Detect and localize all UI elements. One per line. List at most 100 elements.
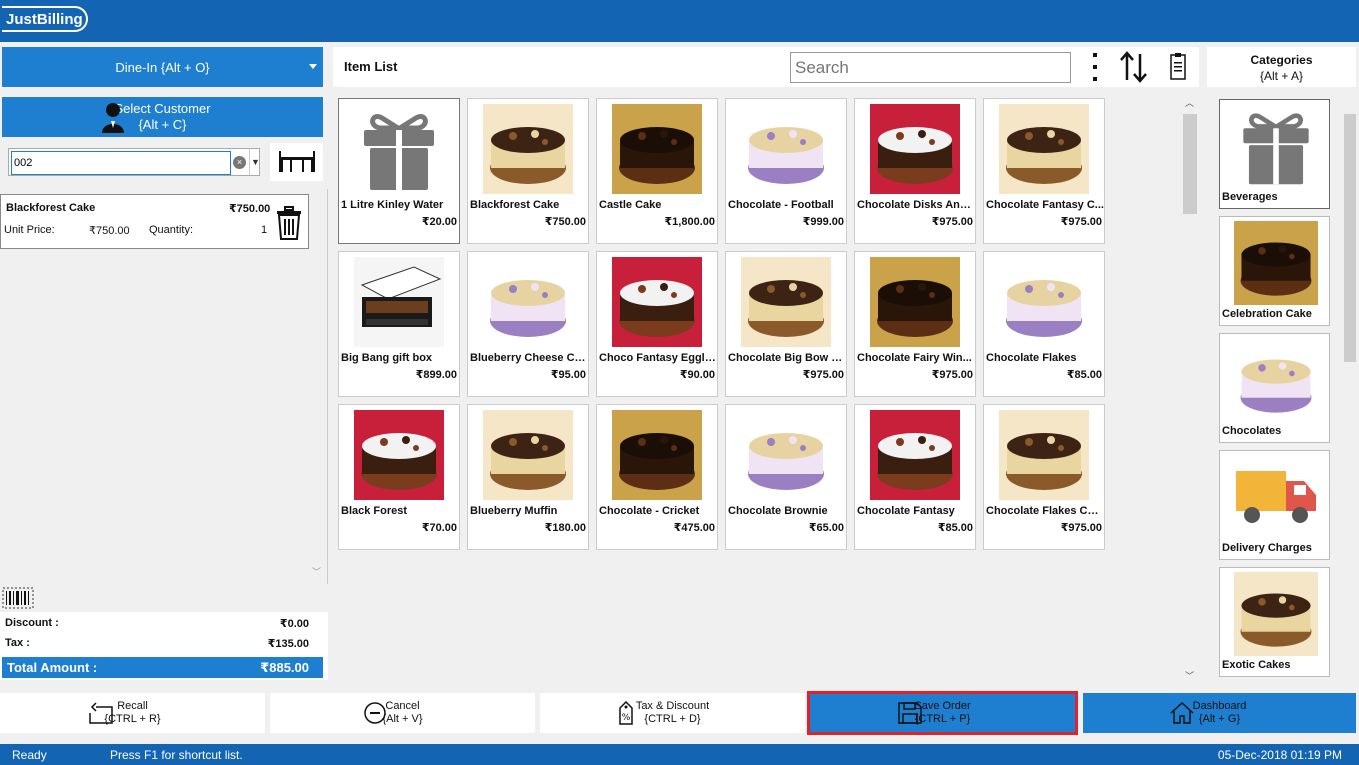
order-type-dropdown[interactable]: Dine-In {Alt + O} <box>2 47 323 87</box>
item-card[interactable]: Chocolate - Football ₹999.00 <box>725 98 847 244</box>
order-item[interactable]: Blackforest Cake ₹750.00 Unit Price: ₹75… <box>0 194 309 249</box>
category-card[interactable]: Celebration Cake <box>1219 216 1330 326</box>
tax-discount-label: Tax & Discount <box>635 700 710 712</box>
gift-icon <box>354 104 444 194</box>
unit-price-label: Unit Price: <box>4 224 55 236</box>
item-card[interactable]: Chocolate Flakes Cake ₹975.00 <box>983 404 1105 550</box>
item-card[interactable]: 1 Litre Kinley Water ₹20.00 <box>338 98 460 244</box>
status-datetime: 05-Dec-2018 01:19 PM <box>1217 748 1342 762</box>
clear-icon[interactable]: × <box>233 156 246 169</box>
cake-photo <box>741 104 831 194</box>
barcode-icon[interactable] <box>2 587 34 609</box>
item-price: ₹85.00 <box>1066 369 1102 381</box>
order-items-list: Blackforest Cake ₹750.00 Unit Price: ₹75… <box>0 189 328 584</box>
cake-photo <box>612 257 702 347</box>
cupcake-photo <box>870 257 960 347</box>
item-card[interactable]: Choco Fantasy Eggle... ₹90.00 <box>596 251 718 397</box>
chevron-down-icon[interactable]: ▼ <box>249 149 261 175</box>
scroll-up-arrow[interactable]: ︿ <box>1185 96 1194 109</box>
dashboard-shortcut: {Alt + G} <box>1198 713 1241 725</box>
order-type-label: Dine-In {Alt + O} <box>115 59 210 75</box>
save-icon <box>898 702 922 724</box>
category-scroll-thumb[interactable] <box>1344 114 1356 362</box>
category-panel: Beverages Celebration Cake Chocolates Deliv… <box>1203 92 1359 682</box>
cancel-button[interactable]: Cancel {Alt + V} <box>270 693 535 733</box>
select-customer-button[interactable]: Select Customer {Alt + C} <box>2 97 323 137</box>
cake-photo <box>870 104 960 194</box>
cake-photo <box>999 104 1089 194</box>
dashboard-label: Dashboard <box>1192 700 1247 712</box>
category-card[interactable]: Delivery Charges <box>1219 450 1330 560</box>
more-options-icon[interactable] <box>1091 50 1099 84</box>
item-price: ₹975.00 <box>802 369 844 381</box>
category-scrollbar[interactable] <box>1342 96 1358 682</box>
tax-discount-button[interactable]: % Tax & Discount {CTRL + D} <box>540 693 805 733</box>
categories-header[interactable]: Categories {Alt + A} <box>1207 47 1356 87</box>
item-price: ₹975.00 <box>931 369 973 381</box>
tax-label: Tax : <box>5 637 30 649</box>
item-name: Blueberry Muffin <box>470 505 558 517</box>
category-card[interactable]: Chocolates <box>1219 333 1330 443</box>
item-card[interactable]: Chocolate Fantasy C... ₹975.00 <box>983 98 1105 244</box>
item-price: ₹85.00 <box>937 522 973 534</box>
table-select-button[interactable] <box>270 143 323 181</box>
item-price: ₹475.00 <box>673 522 715 534</box>
item-price: ₹975.00 <box>1060 522 1102 534</box>
cake-photo <box>483 104 573 194</box>
app-header: JustBilling <box>0 0 1359 42</box>
scroll-down-arrow[interactable]: ﹀ <box>1185 669 1194 682</box>
item-card[interactable]: Big Bang gift box ₹899.00 <box>338 251 460 397</box>
item-price: ₹70.00 <box>421 522 457 534</box>
category-card[interactable]: Exotic Cakes <box>1219 567 1330 677</box>
item-name: Black Forest <box>341 505 408 517</box>
category-name: Delivery Charges <box>1222 542 1312 554</box>
item-card[interactable]: Blackforest Cake ₹750.00 <box>467 98 589 244</box>
item-card[interactable]: Chocolate Disks And... ₹975.00 <box>854 98 976 244</box>
scan-list-icon[interactable] <box>1169 53 1187 81</box>
muffin-photo <box>483 410 573 500</box>
item-name: Big Bang gift box <box>341 352 433 364</box>
dashboard-button[interactable]: Dashboard {Alt + G} <box>1083 693 1356 733</box>
search-input[interactable] <box>790 52 1071 83</box>
scroll-thumb[interactable] <box>1183 114 1197 214</box>
category-card[interactable]: Beverages <box>1219 99 1330 209</box>
item-price: ₹975.00 <box>931 216 973 228</box>
item-grid-scrollbar[interactable]: ︿ ﹀ <box>1181 96 1199 682</box>
item-card[interactable]: Blueberry Muffin ₹180.00 <box>467 404 589 550</box>
item-card[interactable]: Black Forest ₹70.00 <box>338 404 460 550</box>
item-card[interactable]: Blueberry Cheese Ca... ₹95.00 <box>467 251 589 397</box>
order-item-price: ₹750.00 <box>229 203 271 215</box>
chocolate-photo <box>1234 338 1318 422</box>
status-state: Ready <box>12 748 47 762</box>
customer-input[interactable] <box>11 151 231 175</box>
item-card[interactable]: Chocolate Flakes ₹85.00 <box>983 251 1105 397</box>
recall-button[interactable]: Recall {CTRL + R} <box>0 693 265 733</box>
item-card[interactable]: Chocolate Big Bow C... ₹975.00 <box>725 251 847 397</box>
item-card[interactable]: Castle Cake ₹1,800.00 <box>596 98 718 244</box>
item-name: Chocolate Fairy Win... <box>857 352 972 364</box>
item-card[interactable]: Chocolate Fantasy ₹85.00 <box>854 404 976 550</box>
customer-icon <box>102 103 124 133</box>
cake-photo <box>999 257 1089 347</box>
trash-icon[interactable] <box>276 206 302 240</box>
select-customer-shortcut: {Alt + C} <box>138 117 187 132</box>
item-name: Castle Cake <box>599 199 662 211</box>
sort-icon[interactable] <box>1118 50 1150 84</box>
cancel-label: Cancel <box>385 700 420 712</box>
item-grid: 1 Litre Kinley Water ₹20.00 Blackforest Ca… <box>333 92 1199 682</box>
categories-shortcut: {Alt + A} <box>1259 69 1304 83</box>
scroll-down-arrow[interactable]: ﹀ <box>312 565 321 578</box>
cake-photo <box>741 257 831 347</box>
cake-photo <box>870 410 960 500</box>
item-name: Blackforest Cake <box>470 199 560 211</box>
status-hint: Press F1 for shortcut list. <box>110 748 243 762</box>
item-name: Chocolate Brownie <box>728 505 828 517</box>
save-order-button[interactable]: Save Order {CTRL + P} <box>807 691 1078 735</box>
item-card[interactable]: Chocolate Brownie ₹65.00 <box>725 404 847 550</box>
customer-combobox[interactable]: × ▼ <box>8 148 260 176</box>
item-price: ₹20.00 <box>421 216 457 228</box>
item-card[interactable]: Chocolate Fairy Win... ₹975.00 <box>854 251 976 397</box>
item-card[interactable]: Chocolate - Cricket ₹475.00 <box>596 404 718 550</box>
app-logo: JustBilling <box>2 4 88 34</box>
category-name: Beverages <box>1222 191 1278 203</box>
